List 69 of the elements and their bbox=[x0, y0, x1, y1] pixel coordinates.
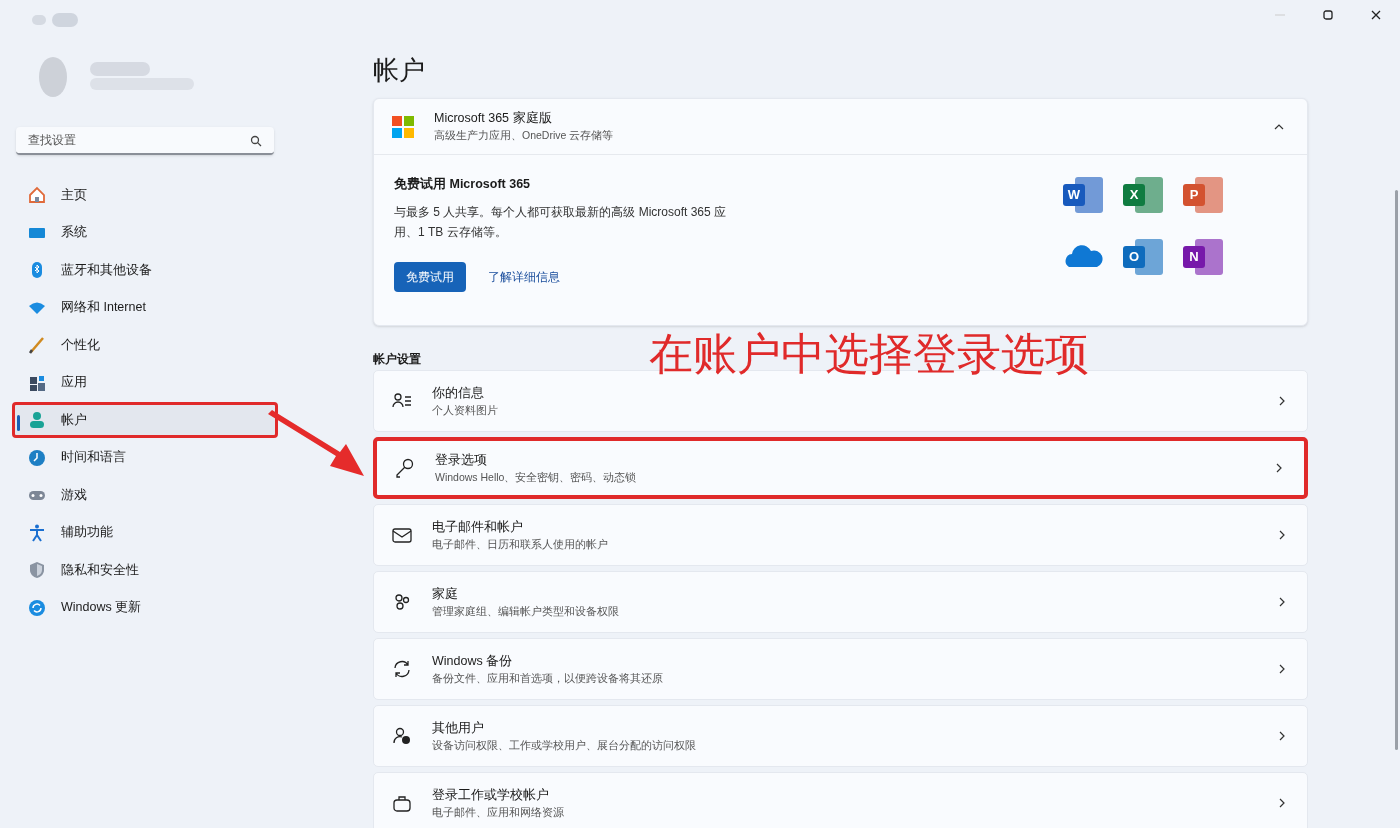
row-subtitle: Windows Hello、安全密钥、密码、动态锁 bbox=[435, 469, 638, 485]
maximize-icon bbox=[1323, 10, 1333, 20]
time-icon bbox=[27, 447, 47, 468]
chevron-right-icon bbox=[1279, 664, 1285, 674]
chevron-right-icon bbox=[1279, 530, 1285, 540]
row-subtitle: 备份文件、应用和首选项，以便跨设备将其还原 bbox=[432, 670, 664, 686]
brush-icon bbox=[27, 335, 47, 355]
settings-row[interactable]: 电子邮件和帐户 电子邮件、日历和联系人使用的帐户 bbox=[373, 504, 1308, 566]
settings-row[interactable]: 登录选项 Windows Hello、安全密钥、密码、动态锁 bbox=[373, 437, 1308, 499]
nav-item[interactable]: 应用 bbox=[12, 364, 278, 401]
row-subtitle: 管理家庭组、编辑帐户类型和设备权限 bbox=[432, 603, 620, 619]
home-icon bbox=[27, 185, 47, 205]
nav-item[interactable]: 辅助功能 bbox=[12, 514, 278, 551]
card-subtitle: 高级生产力应用、OneDrive 云存储等 bbox=[434, 128, 615, 143]
row-title: 登录工作或学校帐户 bbox=[432, 786, 550, 804]
row-title: Windows 备份 bbox=[432, 652, 514, 670]
nav-item[interactable]: 隐私和安全性 bbox=[12, 552, 278, 588]
row-subtitle: 个人资料图片 bbox=[432, 402, 499, 418]
offer-description: 与最多 5 人共享。每个人都可获取最新的高级 Microsoft 365 应用、1 TB 云存储等。 bbox=[394, 203, 728, 241]
learn-more-link[interactable]: 了解详细信息 bbox=[488, 267, 560, 286]
briefcase-icon bbox=[392, 793, 412, 813]
key-icon bbox=[395, 458, 415, 478]
row-title: 电子邮件和帐户 bbox=[432, 518, 524, 536]
row-title: 登录选项 bbox=[435, 451, 488, 469]
settings-row[interactable]: 其他用户 设备访问权限、工作或学校用户、展台分配的访问权限 bbox=[373, 705, 1308, 767]
shield-icon bbox=[27, 560, 47, 580]
nav-item[interactable]: 主页 bbox=[12, 177, 278, 213]
nav-item[interactable]: 帐户 bbox=[12, 402, 278, 438]
settings-row[interactable]: 登录工作或学校帐户 电子邮件、应用和网络资源 bbox=[373, 772, 1308, 828]
row-title: 其他用户 bbox=[432, 719, 485, 737]
sync-icon bbox=[392, 659, 412, 679]
people-icon bbox=[392, 592, 412, 612]
row-subtitle: 电子邮件、应用和网络资源 bbox=[432, 804, 565, 820]
row-title: 家庭 bbox=[432, 585, 459, 603]
page-title: 帐户 bbox=[373, 54, 426, 87]
chevron-right-icon bbox=[1279, 597, 1285, 607]
nav-item[interactable]: 时间和语言 bbox=[12, 439, 278, 476]
nav-item[interactable]: Windows 更新 bbox=[12, 589, 278, 626]
row-title: 你的信息 bbox=[432, 384, 485, 402]
settings-row[interactable]: Windows 备份 备份文件、应用和首选项，以便跨设备将其还原 bbox=[373, 638, 1308, 700]
free-trial-button[interactable]: 免费试用 bbox=[394, 261, 466, 292]
person-add-icon bbox=[392, 726, 412, 746]
chevron-right-icon bbox=[1279, 731, 1285, 741]
card-title: Microsoft 365 家庭版 bbox=[434, 110, 553, 128]
close-icon bbox=[1371, 10, 1381, 20]
chevron-right-icon bbox=[1279, 798, 1285, 808]
update-icon bbox=[27, 597, 47, 618]
nav-item[interactable]: 系统 bbox=[12, 214, 278, 251]
nav-item[interactable]: 个性化 bbox=[12, 327, 278, 363]
row-subtitle: 电子邮件、日历和联系人使用的帐户 bbox=[432, 536, 609, 552]
app-icon bbox=[32, 11, 80, 29]
selection-indicator bbox=[17, 415, 20, 431]
nav-item[interactable]: 游戏 bbox=[12, 477, 278, 513]
settings-row[interactable]: 家庭 管理家庭组、编辑帐户类型和设备权限 bbox=[373, 571, 1308, 633]
scrollbar[interactable] bbox=[1395, 190, 1398, 750]
account-icon bbox=[27, 410, 47, 430]
search-icon bbox=[250, 135, 262, 147]
chevron-up-icon bbox=[1274, 123, 1284, 130]
chevron-right-icon bbox=[1276, 463, 1282, 473]
nav-item[interactable]: 网络和 Internet bbox=[12, 289, 278, 326]
chevron-right-icon bbox=[1279, 396, 1285, 406]
access-icon bbox=[27, 522, 47, 543]
search-field[interactable]: 查找设置 bbox=[16, 127, 274, 155]
offer-heading: 免费试用 Microsoft 365 bbox=[394, 176, 532, 193]
section-label: 帐户设置 bbox=[373, 351, 421, 368]
windows-logo-icon bbox=[392, 115, 414, 138]
mail-icon bbox=[392, 525, 412, 545]
row-subtitle: 设备访问权限、工作或学校用户、展台分配的访问权限 bbox=[432, 737, 697, 753]
nav-item[interactable]: 蓝牙和其他设备 bbox=[12, 252, 278, 288]
